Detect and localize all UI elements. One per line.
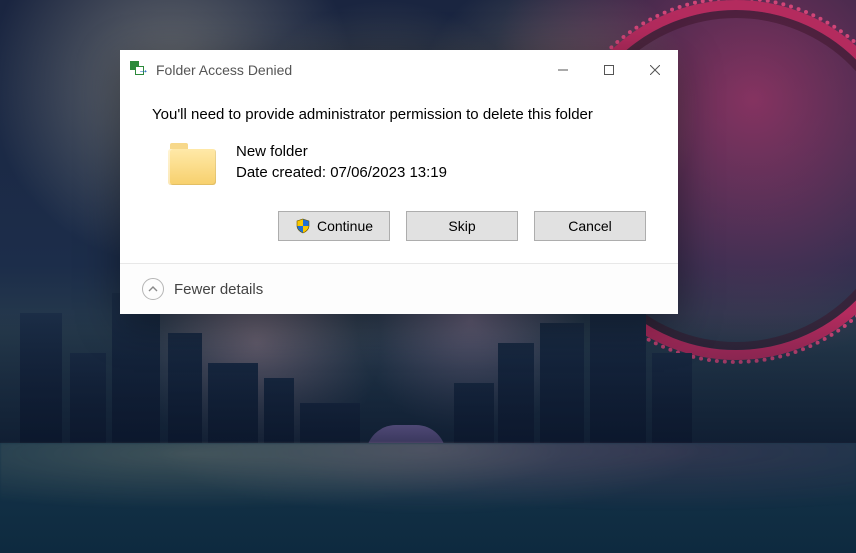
minimize-button[interactable] [540, 54, 586, 86]
window-controls [540, 54, 678, 86]
uac-shield-icon [295, 218, 311, 234]
folder-item: New folder Date created: 07/06/2023 13:1… [152, 141, 646, 189]
dialog-content: You'll need to provide administrator per… [120, 90, 678, 263]
folder-date-created: Date created: 07/06/2023 13:19 [236, 162, 447, 183]
continue-button[interactable]: Continue [278, 211, 390, 241]
continue-button-label: Continue [317, 218, 373, 234]
titlebar[interactable]: → Folder Access Denied [120, 50, 678, 90]
folder-access-denied-dialog: → Folder Access Denied You'll need to pr… [120, 50, 678, 314]
chevron-up-icon[interactable] [142, 278, 164, 300]
folder-name: New folder [236, 141, 447, 162]
cancel-button-label: Cancel [568, 218, 612, 234]
folder-icon [168, 141, 218, 189]
app-icon: → [130, 61, 148, 79]
fewer-details-toggle[interactable]: Fewer details [174, 281, 263, 298]
folder-details: New folder Date created: 07/06/2023 13:1… [236, 141, 447, 189]
skip-button[interactable]: Skip [406, 211, 518, 241]
dialog-message: You'll need to provide administrator per… [152, 106, 646, 123]
skip-button-label: Skip [448, 218, 475, 234]
dialog-title: Folder Access Denied [156, 62, 292, 78]
cancel-button[interactable]: Cancel [534, 211, 646, 241]
maximize-button[interactable] [586, 54, 632, 86]
close-button[interactable] [632, 54, 678, 86]
dialog-footer: Fewer details [120, 263, 678, 314]
desktop-wallpaper: → Folder Access Denied You'll need to pr… [0, 0, 856, 553]
dialog-buttons: Continue Skip Cancel [152, 211, 646, 241]
